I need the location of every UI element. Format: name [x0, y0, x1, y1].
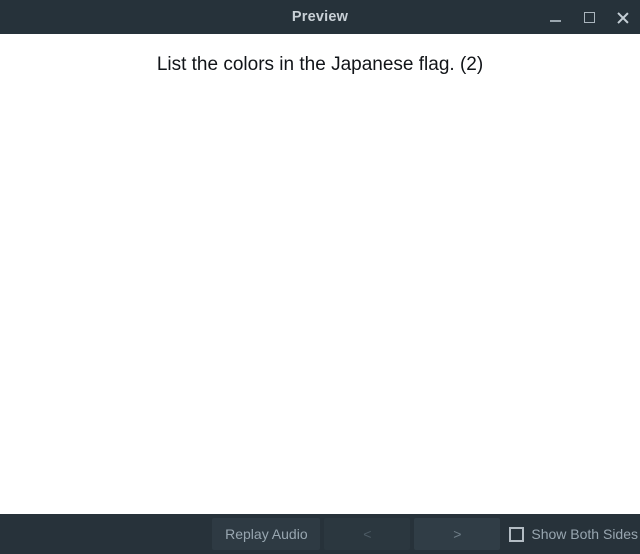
close-icon — [617, 11, 630, 24]
next-button[interactable]: > — [414, 518, 500, 550]
preview-content-area: List the colors in the Japanese flag. (2… — [0, 34, 640, 514]
preview-window: Preview List the colors in the Japanese … — [0, 0, 640, 554]
previous-button[interactable]: < — [324, 518, 410, 550]
show-both-sides-checkbox[interactable] — [509, 527, 524, 542]
prompt-text: List the colors in the Japanese flag. (2… — [0, 53, 640, 77]
show-both-sides-control[interactable]: Show Both Sides — [509, 518, 638, 550]
window-titlebar[interactable]: Preview — [0, 0, 640, 34]
bottom-toolbar: Replay Audio < > Show Both Sides — [0, 514, 640, 554]
maximize-button[interactable] — [572, 0, 606, 34]
minimize-button[interactable] — [538, 0, 572, 34]
replay-audio-button[interactable]: Replay Audio — [212, 518, 320, 550]
minimize-icon — [550, 20, 561, 22]
close-button[interactable] — [606, 0, 640, 34]
window-controls — [538, 0, 640, 34]
maximize-icon — [584, 12, 595, 23]
show-both-sides-label: Show Both Sides — [531, 526, 638, 542]
window-title: Preview — [292, 0, 348, 34]
